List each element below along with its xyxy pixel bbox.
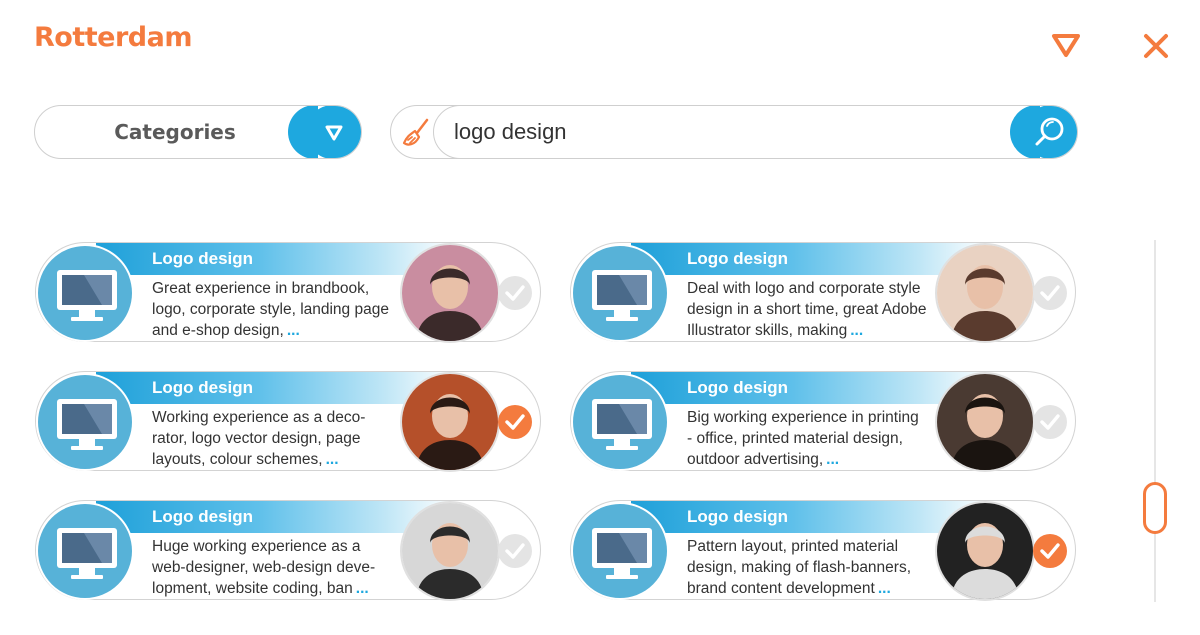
select-check-icon[interactable]: [498, 534, 532, 568]
select-check-icon[interactable]: [498, 405, 532, 439]
card-title-band: [96, 243, 456, 275]
search-input[interactable]: [454, 106, 1014, 158]
avatar: [400, 372, 500, 472]
categories-label: Categories: [114, 120, 236, 144]
card-description: Pattern layout, printed material design,…: [687, 536, 927, 599]
result-card[interactable]: Logo design Working experience as a deco…: [35, 371, 541, 472]
scrollbar-thumb[interactable]: [1143, 482, 1167, 534]
scrollbar-track[interactable]: [1154, 240, 1156, 602]
card-title: Logo design: [687, 378, 789, 397]
card-title: Logo design: [687, 249, 789, 268]
page-title: Rotterdam: [34, 22, 192, 53]
monitor-icon: [36, 244, 134, 342]
read-more-link[interactable]: ...: [356, 580, 369, 597]
close-icon[interactable]: [1141, 31, 1171, 61]
monitor-icon: [571, 502, 669, 600]
card-description-text: Great experience in brandbook, logo, cor…: [152, 280, 389, 339]
card-description: Great experience in brandbook, logo, cor…: [152, 278, 392, 341]
result-card[interactable]: Logo design Great experience in brandboo…: [35, 242, 541, 343]
clear-broom-icon[interactable]: [399, 116, 433, 150]
search-button[interactable]: [1010, 106, 1077, 158]
filter-icon[interactable]: [1050, 31, 1082, 59]
card-description: Working experience as a deco-rator, logo…: [152, 407, 392, 470]
chevron-down-icon: [324, 122, 344, 142]
card-description: Huge working experience as a web-designe…: [152, 536, 392, 599]
avatar: [935, 501, 1035, 601]
categories-dropdown[interactable]: Categories: [34, 105, 362, 159]
search-field: [433, 105, 1078, 159]
read-more-link[interactable]: ...: [826, 451, 839, 468]
search-bar: [390, 105, 1078, 159]
search-icon: [1035, 117, 1064, 146]
card-title: Logo design: [152, 507, 254, 526]
monitor-icon: [571, 373, 669, 471]
card-title-band: [631, 501, 991, 533]
card-description-text: Huge working experience as a web-designe…: [152, 538, 376, 597]
read-more-link[interactable]: ...: [287, 322, 300, 339]
card-description: Big working experience in printing - off…: [687, 407, 927, 470]
monitor-icon: [36, 502, 134, 600]
avatar: [935, 243, 1035, 343]
select-check-icon[interactable]: [1033, 405, 1067, 439]
monitor-icon: [571, 244, 669, 342]
categories-toggle-button[interactable]: [288, 106, 361, 158]
card-title-band: [96, 372, 456, 404]
card-description-text: Deal with logo and corporate style desig…: [687, 280, 927, 339]
avatar: [935, 372, 1035, 472]
result-card[interactable]: Logo design Huge working experience as a…: [35, 500, 541, 601]
avatar: [400, 501, 500, 601]
card-description-text: Big working experience in printing - off…: [687, 409, 919, 468]
monitor-icon: [36, 373, 134, 471]
read-more-link[interactable]: ...: [878, 580, 891, 597]
card-title-band: [631, 372, 991, 404]
result-card[interactable]: Logo design Deal with logo and corporate…: [570, 242, 1076, 343]
result-card[interactable]: Logo design Pattern layout, printed mate…: [570, 500, 1076, 601]
select-check-icon[interactable]: [498, 276, 532, 310]
result-card[interactable]: Logo design Big working experience in pr…: [570, 371, 1076, 472]
avatar: [400, 243, 500, 343]
card-title: Logo design: [152, 378, 254, 397]
select-check-icon[interactable]: [1033, 276, 1067, 310]
card-title: Logo design: [687, 507, 789, 526]
read-more-link[interactable]: ...: [850, 322, 863, 339]
card-title: Logo design: [152, 249, 254, 268]
card-title-band: [631, 243, 991, 275]
select-check-icon[interactable]: [1033, 534, 1067, 568]
card-description: Deal with logo and corporate style desig…: [687, 278, 927, 341]
card-title-band: [96, 501, 456, 533]
read-more-link[interactable]: ...: [326, 451, 339, 468]
